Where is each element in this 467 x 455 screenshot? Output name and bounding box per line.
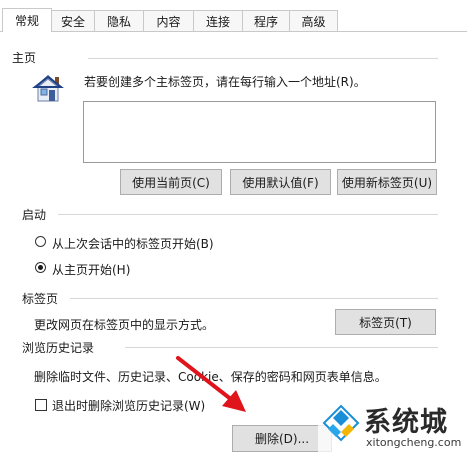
homepage-url-textarea[interactable] [83, 101, 436, 163]
homepage-description: 若要创建多个主标签页，请在每行输入一个地址(R)。 [84, 75, 366, 89]
watermark: 系统城 xitongcheng.com [318, 396, 467, 455]
tab-security[interactable]: 安全 [51, 10, 95, 31]
tab-content[interactable]: 内容 [143, 10, 194, 31]
radio-last-session-label: 从上次会话中的标签页开始(B) [52, 237, 214, 251]
use-new-tab-button[interactable]: 使用新标签页(U) [337, 169, 437, 195]
tab-privacy[interactable]: 隐私 [94, 10, 144, 31]
watermark-domain: xitongcheng.com [366, 436, 462, 449]
tabs-group-label: 标签页 [22, 292, 59, 306]
homepage-group-line [88, 58, 438, 59]
use-default-button[interactable]: 使用默认值(F) [230, 169, 331, 195]
homepage-group-label: 主页 [12, 51, 37, 65]
history-group-label: 浏览历史记录 [22, 341, 95, 355]
tabs-settings-button[interactable]: 标签页(T) [335, 309, 436, 335]
tab-advanced[interactable]: 高级 [289, 10, 338, 31]
delete-history-button[interactable]: 删除(D)... [232, 425, 332, 452]
tab-general[interactable]: 常规 [2, 8, 52, 32]
delete-on-exit-checkbox[interactable] [35, 399, 47, 411]
tab-connections[interactable]: 连接 [193, 10, 243, 31]
use-current-button[interactable]: 使用当前页(C) [120, 169, 222, 195]
house-icon [30, 70, 66, 106]
radio-start-home-label: 从主页开始(H) [52, 263, 131, 277]
tabs-group-line [70, 298, 438, 299]
tab-strip: 常规 安全 隐私 内容 连接 程序 高级 [0, 8, 467, 32]
radio-start-home[interactable] [35, 262, 46, 273]
red-arrow-annotation [160, 350, 260, 420]
tabs-description: 更改网页在标签页中的显示方式。 [34, 318, 215, 332]
watermark-brand: 系统城 [364, 407, 448, 438]
radio-last-session[interactable] [35, 236, 46, 247]
tab-divider [0, 31, 467, 32]
tab-programs[interactable]: 程序 [242, 10, 290, 31]
history-group-line [125, 347, 438, 348]
startup-group-line [58, 214, 438, 215]
startup-group-label: 启动 [22, 208, 47, 222]
watermark-logo-icon [322, 404, 360, 442]
